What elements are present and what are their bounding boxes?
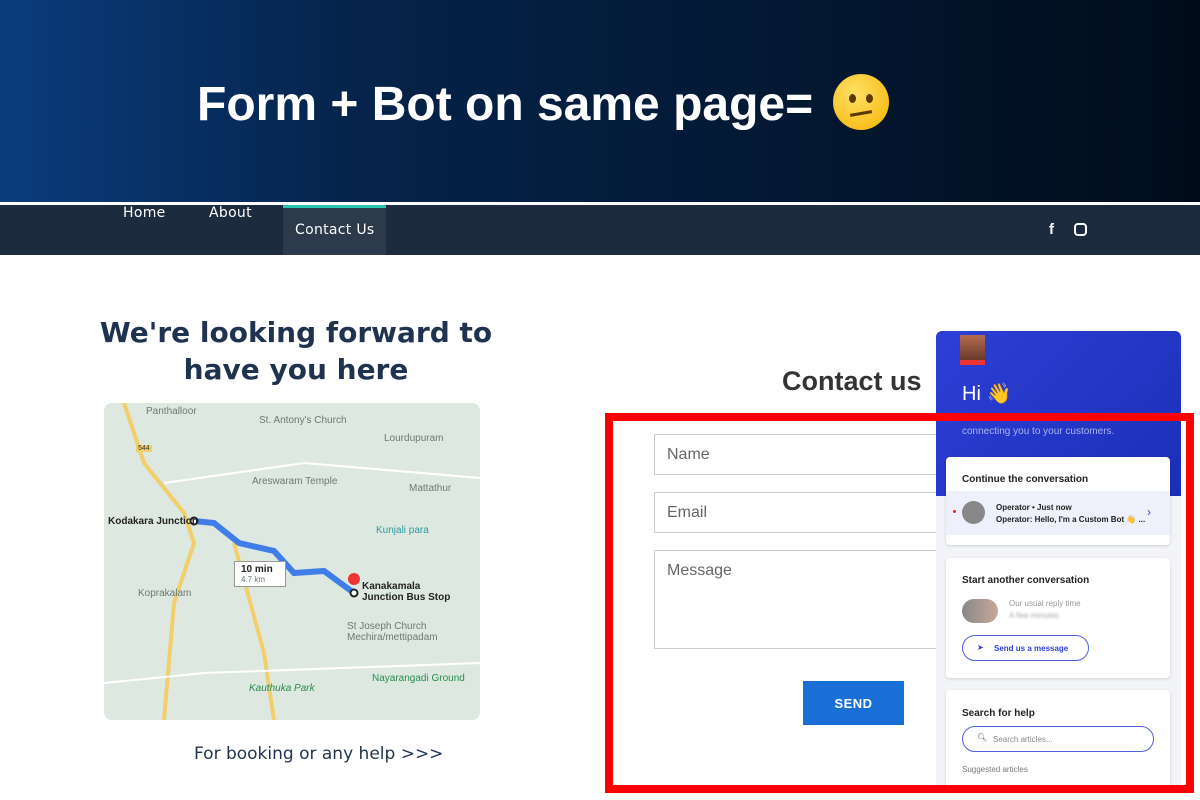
widget-greeting: Hi 👋 [962,383,1012,405]
nav-contact-us[interactable]: Contact Us [283,205,387,255]
confused-face-icon [832,74,889,130]
contact-title: Contact us [782,366,922,396]
instagram-icon[interactable] [1074,223,1087,236]
booking-help-link[interactable]: For booking or any help >>> [194,744,443,764]
route-info: 10 min 4.7 km [234,561,286,587]
nav-about[interactable]: About [209,205,252,255]
facebook-icon[interactable]: f [1049,221,1054,238]
navbar: Home About Contact Us f [0,205,1200,255]
banner: Form + Bot on same page= [0,0,1200,202]
avatar [960,335,985,365]
map[interactable]: Panthalloor St. Antony's Church Lourdupu… [104,403,480,720]
nav-home[interactable]: Home [123,205,166,255]
left-heading: We're looking forward to have you here [99,316,493,386]
banner-title: Form + Bot on same page= [197,74,889,132]
highlight-box [605,413,1194,793]
